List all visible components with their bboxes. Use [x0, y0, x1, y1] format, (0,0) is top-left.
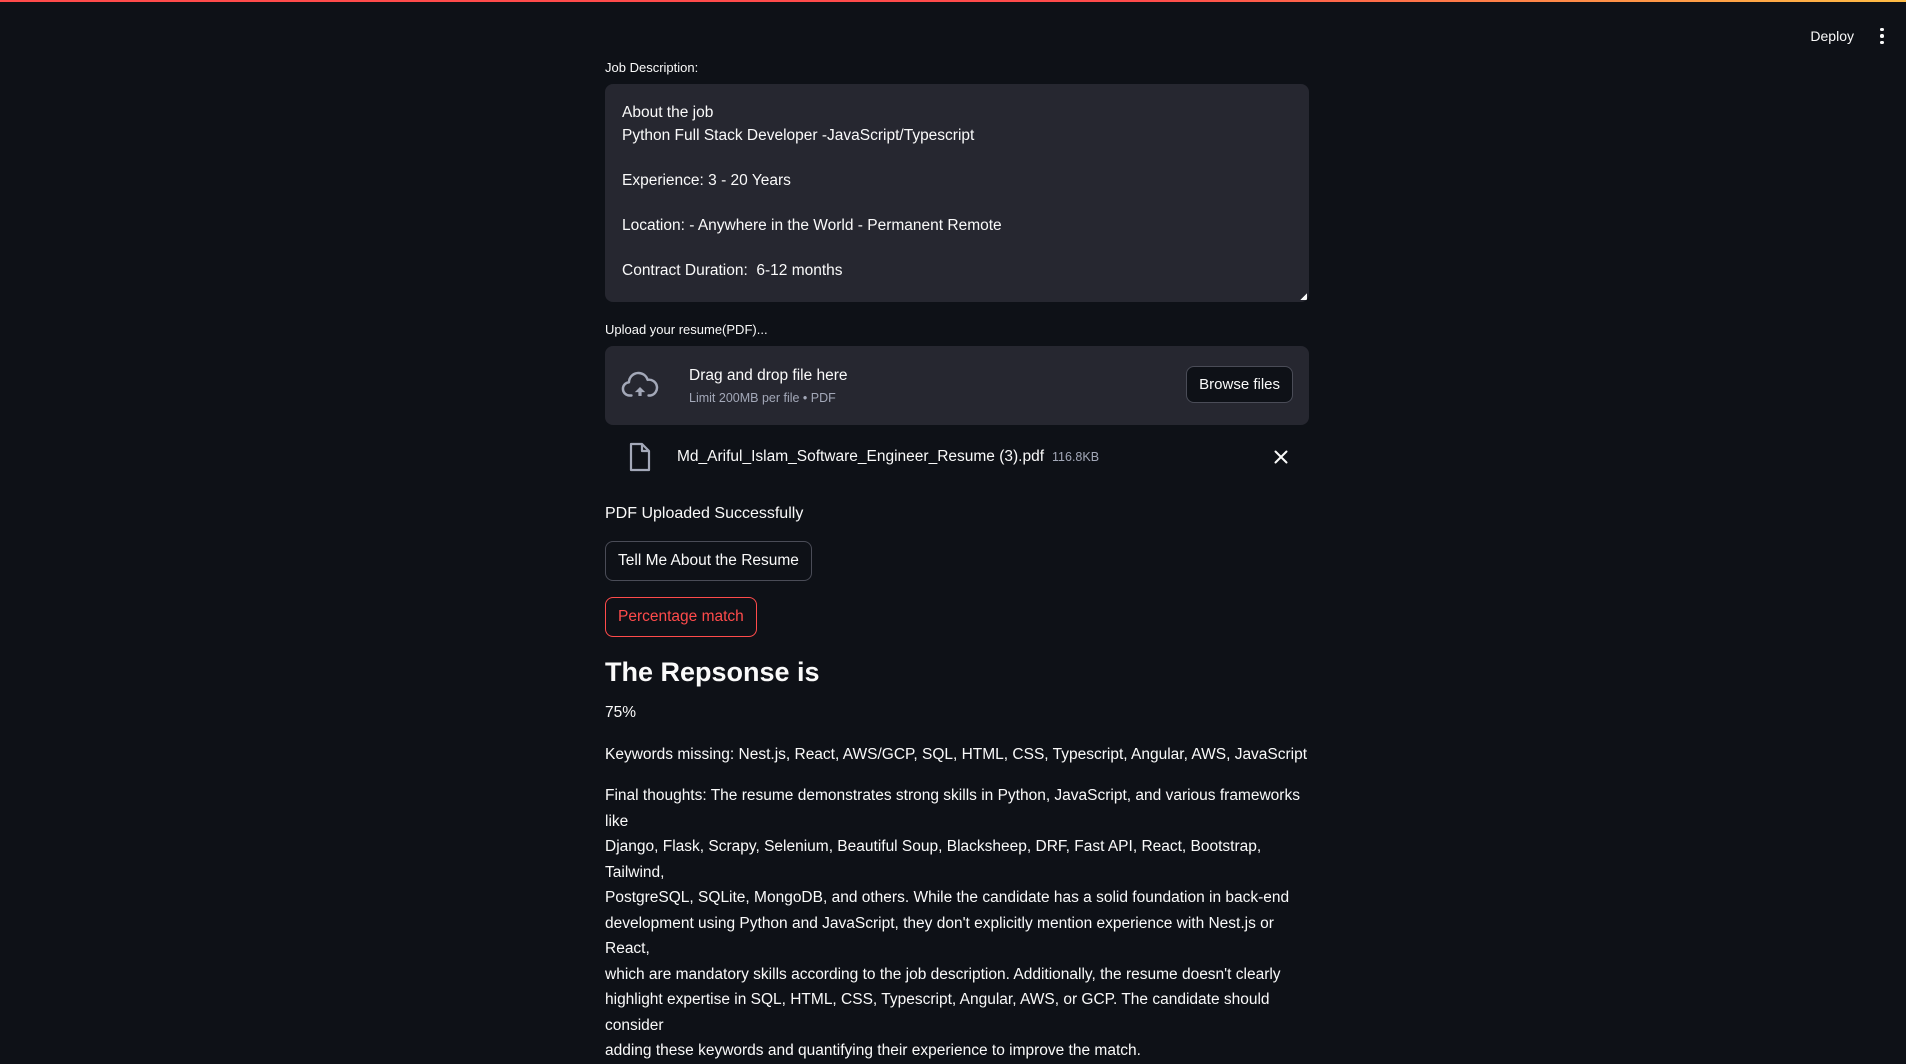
upload-label: Upload your resume(PDF)...	[605, 322, 768, 337]
final-thoughts-line: development using Python and JavaScript,…	[605, 914, 1274, 958]
final-thoughts-line: adding these keywords and quantifying th…	[605, 1042, 1141, 1059]
tell-me-about-resume-button[interactable]: Tell Me About the Resume	[605, 541, 812, 581]
upload-success-message: PDF Uploaded Successfully	[605, 505, 804, 522]
job-description-line: About the job	[622, 104, 714, 121]
job-description-line: Contract Duration: 6-12 months	[622, 261, 843, 279]
uploaded-file-row: Md_Ariful_Islam_Software_Engineer_Resume…	[605, 425, 1309, 489]
final-thoughts-line: Final thoughts: The resume demonstrates …	[605, 787, 1300, 830]
final-thoughts-line: Django, Flask, Scrapy, Selenium, Beautif…	[605, 838, 1262, 881]
job-description-textarea[interactable]: About the job Python Full Stack Develope…	[605, 84, 1309, 302]
app-toolbar: Deploy	[1802, 22, 1892, 50]
kebab-menu-icon[interactable]	[1872, 24, 1892, 48]
file-size: 116.8KB	[1052, 450, 1100, 464]
final-thoughts-line: PostgreSQL, SQLite, MongoDB, and others.…	[605, 889, 1290, 906]
match-score: 75%	[605, 704, 637, 721]
job-description-line	[622, 237, 1292, 260]
top-decoration-bar	[0, 0, 1906, 2]
file-name: Md_Ariful_Islam_Software_Engineer_Resume…	[677, 448, 1045, 465]
job-description-line	[622, 147, 1292, 170]
job-description-line: Python Full Stack Developer -JavaScript/…	[622, 126, 975, 144]
final-thoughts-line: highlight expertise in SQL, HTML, CSS, T…	[605, 991, 1270, 1034]
job-description-line: Experience: 3 - 20 Years	[622, 171, 791, 189]
main-content: Job Description: About the job Python Fu…	[605, 60, 1309, 1064]
percentage-match-button[interactable]: Percentage match	[605, 597, 757, 637]
dropzone-limit: Limit 200MB per file • PDF	[689, 390, 836, 405]
response-heading: The Repsonse is	[605, 657, 820, 687]
job-description-line: Location: - Anywhere in the World - Perm…	[622, 216, 1002, 234]
browse-files-button[interactable]: Browse files	[1186, 366, 1293, 403]
cloud-upload-icon	[621, 371, 659, 397]
file-icon	[629, 442, 651, 472]
job-description-label: Job Description:	[605, 60, 699, 75]
final-thoughts: Final thoughts: The resume demonstrates …	[605, 783, 1309, 1064]
final-thoughts-line: which are mandatory skills according to …	[605, 965, 1281, 983]
close-icon[interactable]	[1271, 447, 1291, 467]
resize-handle[interactable]	[1300, 293, 1307, 300]
deploy-button[interactable]: Deploy	[1802, 22, 1862, 50]
dropzone-instruction: Drag and drop file here	[689, 366, 848, 384]
keywords-missing: Keywords missing: Nest.js, React, AWS/GC…	[605, 745, 1308, 763]
file-dropzone[interactable]: Drag and drop file here Limit 200MB per …	[605, 346, 1309, 425]
job-description-line	[622, 192, 1292, 215]
